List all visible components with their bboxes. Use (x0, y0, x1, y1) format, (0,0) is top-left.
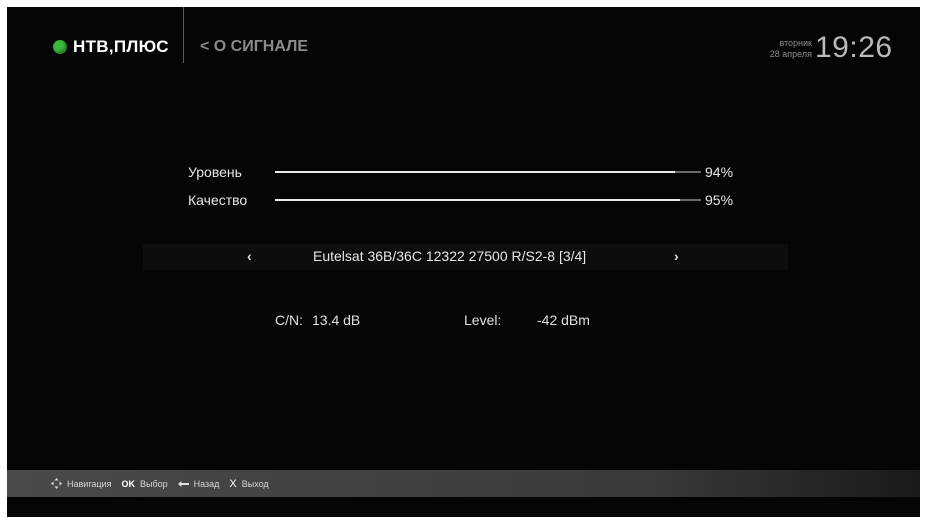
chevron-left-icon[interactable]: ‹ (247, 248, 252, 264)
brand-dot-icon (53, 40, 67, 54)
transponder-label: Eutelsat 36B/36C 12322 27500 R/S2-8 [3/4… (313, 248, 587, 264)
level-bar-fill (275, 171, 675, 173)
hint-exit-label: Выход (241, 478, 269, 489)
hint-back-label: Назад (193, 478, 220, 489)
ok-key: OK (121, 478, 135, 489)
quality-label: Качество (188, 192, 248, 208)
hint-exit: X Выход (229, 478, 268, 490)
cn-label: C/N: (275, 312, 303, 328)
hint-select-label: Выбор (139, 478, 168, 489)
quality-bar-rest (680, 199, 701, 201)
level-bar (275, 167, 701, 177)
date-text: 28 апреля (769, 49, 812, 59)
quality-row: Качество 95% (188, 192, 733, 208)
level-bar-rest (675, 171, 701, 173)
level-label: Уровень (188, 164, 242, 180)
close-icon: X (229, 477, 237, 490)
back-arrow-icon (177, 480, 189, 487)
cn-value: 13.4 dB (312, 312, 361, 328)
breadcrumb[interactable]: < О СИГНАЛЕ (200, 38, 308, 56)
level-row: Уровень 94% (188, 164, 733, 180)
chevron-right-icon[interactable]: › (674, 248, 679, 264)
header-divider (183, 7, 184, 63)
brand-logo: НТВ,ПЛЮС (53, 37, 169, 57)
hint-back: Назад (177, 478, 220, 489)
level-value: 94% (705, 164, 734, 180)
hint-navigation-label: Навигация (67, 478, 112, 489)
brand-name: НТВ,ПЛЮС (73, 37, 169, 56)
dpad-icon (51, 478, 62, 489)
transponder-selector[interactable]: ‹ Eutelsat 36B/36C 12322 27500 R/S2-8 [3… (143, 244, 788, 270)
hint-select: OK Выбор (121, 479, 167, 489)
clock: 19:26 (815, 31, 893, 64)
quality-bar-fill (275, 199, 680, 201)
day-of-week: вторник (779, 38, 812, 48)
hint-bar: Навигация OK Выбор Назад X Выход (7, 470, 920, 497)
quality-value: 95% (705, 192, 734, 208)
level-stat-label: Level: (464, 312, 502, 328)
tv-screen: НТВ,ПЛЮС < О СИГНАЛЕ вторник 28 апреля 1… (7, 7, 920, 517)
date-display: вторник 28 апреля (757, 38, 812, 60)
level-stat-value: -42 dBm (537, 312, 590, 328)
quality-bar (275, 195, 701, 205)
page-title[interactable]: < О СИГНАЛЕ (200, 38, 308, 56)
hint-navigation: Навигация (51, 478, 111, 489)
